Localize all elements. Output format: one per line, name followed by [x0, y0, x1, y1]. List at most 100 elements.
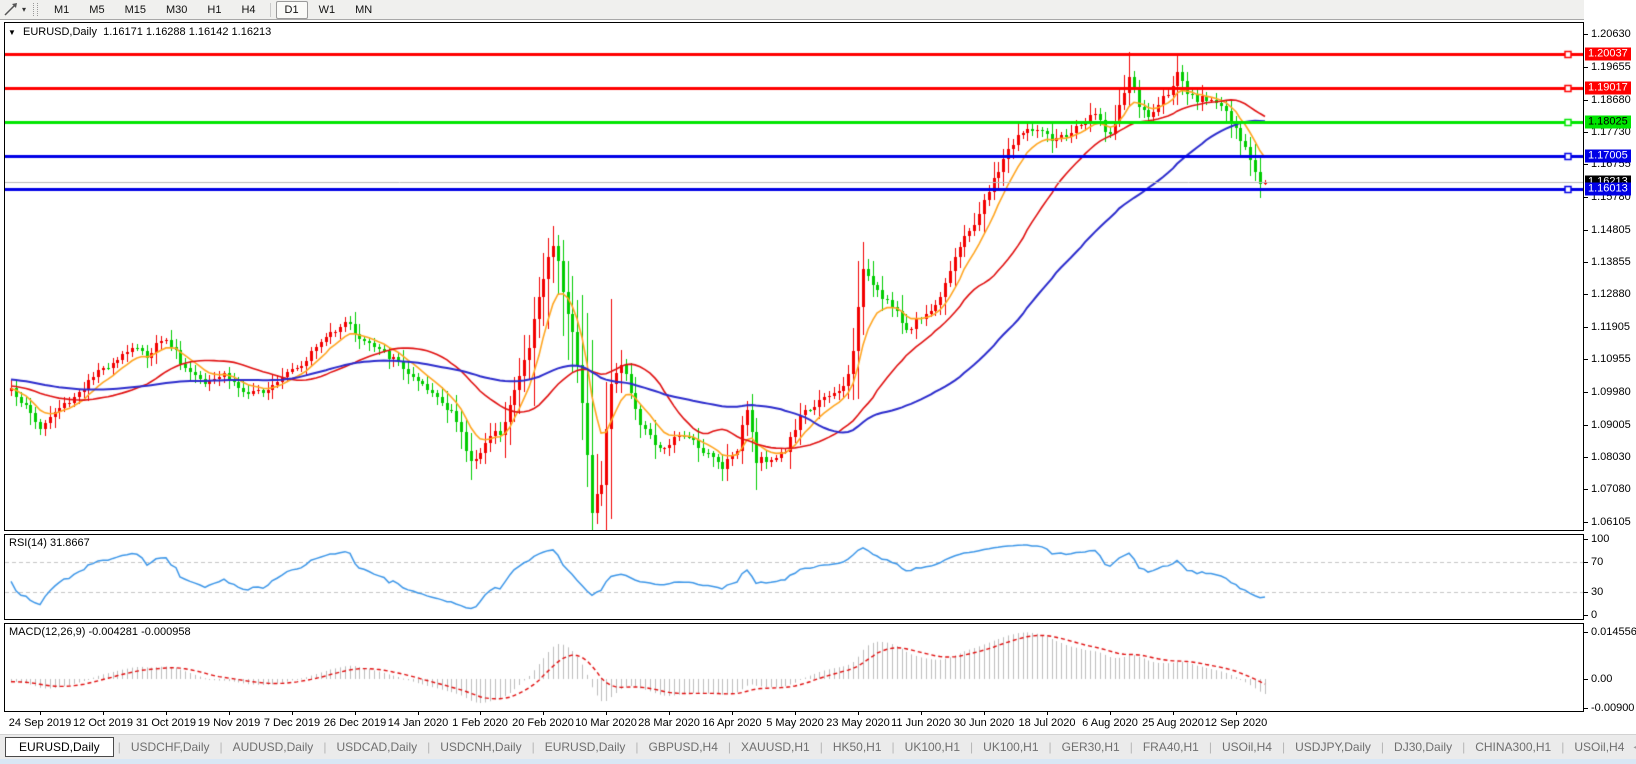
date-tick-label: 11 Jun 2020 [891, 717, 951, 729]
tab-separator: | [1048, 740, 1052, 754]
timeframe-button-m15[interactable]: M15 [116, 1, 155, 19]
timeframe-button-d1[interactable]: D1 [275, 0, 308, 19]
tab-separator: | [1129, 740, 1133, 754]
date-tick-mark [418, 712, 419, 715]
chart-tab-fra40-h1[interactable]: FRA40,H1 [1134, 738, 1208, 756]
date-tick-label: 5 May 2020 [766, 717, 824, 729]
price-tick-label: 1.06105 [1591, 516, 1631, 528]
price-tick-label: 1.20630 [1591, 28, 1631, 40]
date-axis[interactable]: 24 Sep 2019 12 Oct 2019 31 Oct 2019 19 Nov … [0, 712, 1584, 734]
chart-header: ▼ EURUSD,Daily 1.16171 1.16288 1.16142 1… [8, 26, 271, 38]
price-tick-label: 1.10955 [1591, 353, 1631, 365]
date-tick-label: 26 Dec 2019 [323, 717, 387, 729]
chart-tab-uk100-h1[interactable]: UK100,H1 [896, 738, 969, 756]
price-tick-label: 0 [1591, 609, 1598, 621]
chart-tab-dj30-daily[interactable]: DJ30,Daily [1385, 738, 1461, 756]
chart-tab-usoil-h4[interactable]: USOil,H4 [1213, 738, 1281, 756]
timeframe-button-m5[interactable]: M5 [80, 1, 113, 19]
tab-separator: | [219, 740, 223, 754]
hline-price-label: 1.18025 [1585, 115, 1631, 129]
axis-tick-mark [1584, 294, 1588, 295]
date-tick-label: 1 Feb 2020 [452, 717, 508, 729]
axis-tick-mark [1584, 592, 1588, 593]
axis-tick-mark [1584, 632, 1588, 633]
axis-tick-mark [1584, 562, 1588, 563]
date-tick-mark [229, 712, 230, 715]
chart-tab-eurusd-daily[interactable]: EURUSD,Daily [5, 737, 114, 757]
chart-tab-audusd-daily[interactable]: AUDUSD,Daily [224, 738, 323, 756]
price-tick-label: 1.09005 [1591, 419, 1631, 431]
price-tick-label: -0.00900 [1591, 702, 1635, 714]
chart-tab-eurusd-daily[interactable]: EURUSD,Daily [536, 738, 635, 756]
tab-separator: | [1281, 740, 1286, 754]
date-tick-mark [543, 712, 544, 715]
macd-canvas[interactable] [5, 624, 1583, 711]
date-tick-mark [921, 712, 922, 715]
timeframe-button-h4[interactable]: H4 [232, 1, 264, 19]
rsi-canvas[interactable] [5, 535, 1583, 619]
date-tick-label: 19 Nov 2019 [197, 717, 261, 729]
price-axis[interactable]: 1.20630 1.19655 1.18680 1.17730 1.16755 1.157… [1584, 0, 1636, 758]
chart-tab-gbpusd-h4[interactable]: GBPUSD,H4 [640, 738, 727, 756]
timeframe-button-m1[interactable]: M1 [45, 1, 78, 19]
axis-tick-mark [1584, 67, 1588, 68]
price-tick-label: 0.014556 [1591, 626, 1636, 638]
axis-tick-mark [1584, 425, 1588, 426]
macd-label: MACD(12,26,9) -0.004281 -0.000958 [9, 626, 191, 638]
date-tick-mark [732, 712, 733, 715]
tab-separator: | [427, 740, 431, 754]
axis-tick-mark [1584, 34, 1588, 35]
timeframe-button-mn[interactable]: MN [346, 1, 381, 19]
toolbar-grip[interactable] [33, 3, 39, 16]
chart-tab-usdchf-daily[interactable]: USDCHF,Daily [122, 738, 219, 756]
chart-tab-hk50-h1[interactable]: HK50,H1 [824, 738, 891, 756]
price-tick-label: 1.19655 [1591, 61, 1631, 73]
date-tick-label: 6 Aug 2020 [1082, 717, 1138, 729]
axis-tick-mark [1584, 132, 1588, 133]
date-tick-mark [40, 712, 41, 715]
timeframe-button-h1[interactable]: H1 [198, 1, 230, 19]
chart-tab-xauusd-h1[interactable]: XAUUSD,H1 [732, 738, 819, 756]
price-chart-canvas[interactable] [5, 23, 1583, 530]
chart-tab-usoil-h4[interactable]: USOil,H4 [1565, 738, 1633, 756]
axis-tick-mark [1584, 327, 1588, 328]
rsi-indicator-panel [4, 534, 1584, 620]
chart-tab-usdcad-daily[interactable]: USDCAD,Daily [327, 738, 426, 756]
timeframe-toolbar: ▾ M1 M5 M15 M30 H1 H4 D1 W1 MN [0, 0, 1636, 20]
tab-separator: | [531, 740, 535, 754]
timeframe-button-w1[interactable]: W1 [310, 1, 345, 19]
chart-tab-usdcnh-daily[interactable]: USDCNH,Daily [431, 738, 530, 756]
axis-tick-mark [1584, 615, 1588, 616]
price-tick-label: 70 [1591, 556, 1604, 568]
toolbar-separator [269, 2, 271, 17]
chart-tab-ger30-h1[interactable]: GER30,H1 [1053, 738, 1129, 756]
cursor-tool-icon[interactable] [3, 3, 19, 17]
price-chart-panel [4, 22, 1584, 531]
collapse-triangle-icon[interactable]: ▼ [8, 28, 16, 37]
date-tick-mark [984, 712, 985, 715]
price-tick-label: 1.07080 [1591, 483, 1631, 495]
chart-tab-usdjpy-daily[interactable]: USDJPY,Daily [1286, 738, 1380, 756]
date-tick-label: 23 May 2020 [826, 717, 890, 729]
date-tick-mark [669, 712, 670, 715]
timeframe-button-m30[interactable]: M30 [157, 1, 196, 19]
date-tick-mark [166, 712, 167, 715]
date-tick-mark [1047, 712, 1048, 715]
chart-tab-uk100-h1[interactable]: UK100,H1 [974, 738, 1047, 756]
axis-tick-mark [1584, 392, 1588, 393]
timeframe-buttons: M1 M5 M15 M30 H1 H4 D1 W1 MN [44, 0, 382, 19]
chart-symbol-label: EURUSD,Daily [22, 26, 97, 38]
chart-tab-china300-h1[interactable]: CHINA300,H1 [1466, 738, 1560, 756]
date-tick-mark [355, 712, 356, 715]
chart-tab-bar: EURUSD,Daily | USDCHF,Daily | AUDUSD,Daily | U… [0, 734, 1636, 759]
price-tick-label: 1.13855 [1591, 256, 1631, 268]
tab-separator: | [1462, 740, 1466, 754]
tab-separator: | [1208, 740, 1212, 754]
chart-tabs: EURUSD,Daily | USDCHF,Daily | AUDUSD,Daily | U… [5, 737, 1633, 757]
hline-price-label: 1.17005 [1585, 149, 1631, 163]
date-tick-mark [1236, 712, 1237, 715]
price-tick-label: 1.11905 [1591, 321, 1630, 333]
axis-tick-mark [1584, 197, 1588, 198]
chevron-down-icon[interactable]: ▾ [22, 5, 26, 14]
axis-tick-mark [1584, 522, 1588, 523]
